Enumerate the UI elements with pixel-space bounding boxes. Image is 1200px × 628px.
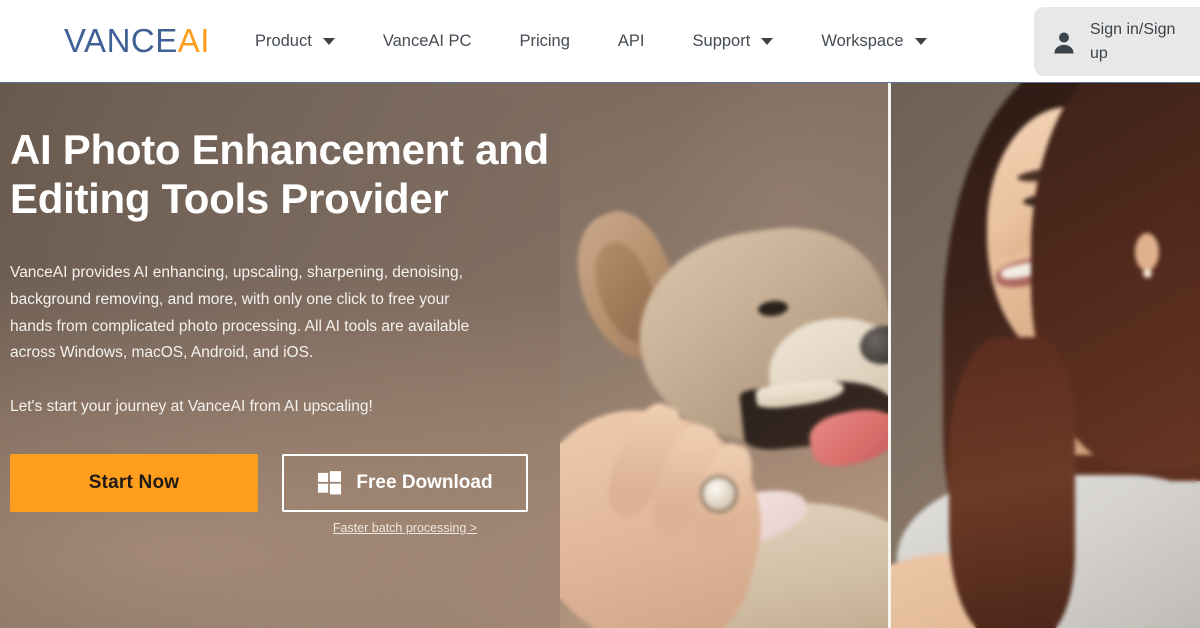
nav-item-workspace[interactable]: Workspace xyxy=(821,31,927,51)
hero-section: AI Photo Enhancement and Editing Tools P… xyxy=(0,83,1200,628)
nav-item-vanceai-pc[interactable]: VanceAI PC xyxy=(383,32,472,51)
vanceai-landing-page: VANCE AI Product VanceAI PC Pricing API S… xyxy=(0,0,1200,628)
sign-in-sign-up-button[interactable]: Sign in/Sign up xyxy=(1034,7,1200,76)
free-download-label: Free Download xyxy=(356,471,493,493)
faster-batch-processing-link[interactable]: Faster batch processing > xyxy=(282,521,528,535)
nav-item-label: Support xyxy=(692,31,751,50)
hero-cta-row: Start Now Free Download Faster batch pro… xyxy=(10,453,620,535)
nav-item-label: VanceAI PC xyxy=(382,31,472,50)
chevron-down-icon xyxy=(761,37,774,45)
vanceai-logo[interactable]: VANCE AI xyxy=(64,22,210,60)
free-download-button[interactable]: Free Download xyxy=(282,453,528,512)
top-navigation-bar: VANCE AI Product VanceAI PC Pricing API S… xyxy=(0,0,1200,83)
nav-links: Product VanceAI PC Pricing API Support W… xyxy=(255,0,927,82)
nav-item-pricing[interactable]: Pricing xyxy=(519,32,569,51)
nav-item-label: API xyxy=(617,31,645,50)
logo-text-vance: VANCE xyxy=(64,22,178,59)
nav-item-label: Workspace xyxy=(821,31,904,50)
hero-tagline: Let's start your journey at VanceAI from… xyxy=(10,397,373,415)
nav-item-label: Product xyxy=(254,31,312,50)
nav-item-label: Pricing xyxy=(519,31,570,50)
nav-item-support[interactable]: Support xyxy=(693,32,774,51)
user-account-icon xyxy=(1050,28,1078,56)
nav-item-api[interactable]: API xyxy=(618,32,645,51)
start-now-button[interactable]: Start Now xyxy=(10,453,258,512)
logo-text-ai: AI xyxy=(177,22,210,59)
hero-content: AI Photo Enhancement and Editing Tools P… xyxy=(0,83,620,535)
hero-subcopy: VanceAI provides AI enhancing, upscaling… xyxy=(10,264,470,362)
sign-in-label: Sign in/Sign up xyxy=(1090,21,1176,62)
download-cta-group: Free Download Faster batch processing > xyxy=(282,453,528,535)
photo-divider xyxy=(888,83,891,628)
smiling-woman-photo xyxy=(891,83,1200,628)
windows-logo-icon xyxy=(317,470,342,495)
chevron-down-icon xyxy=(322,37,335,45)
chevron-down-icon xyxy=(914,37,927,45)
hero-headline: AI Photo Enhancement and Editing Tools P… xyxy=(10,126,549,223)
nav-item-product[interactable]: Product xyxy=(255,32,335,51)
